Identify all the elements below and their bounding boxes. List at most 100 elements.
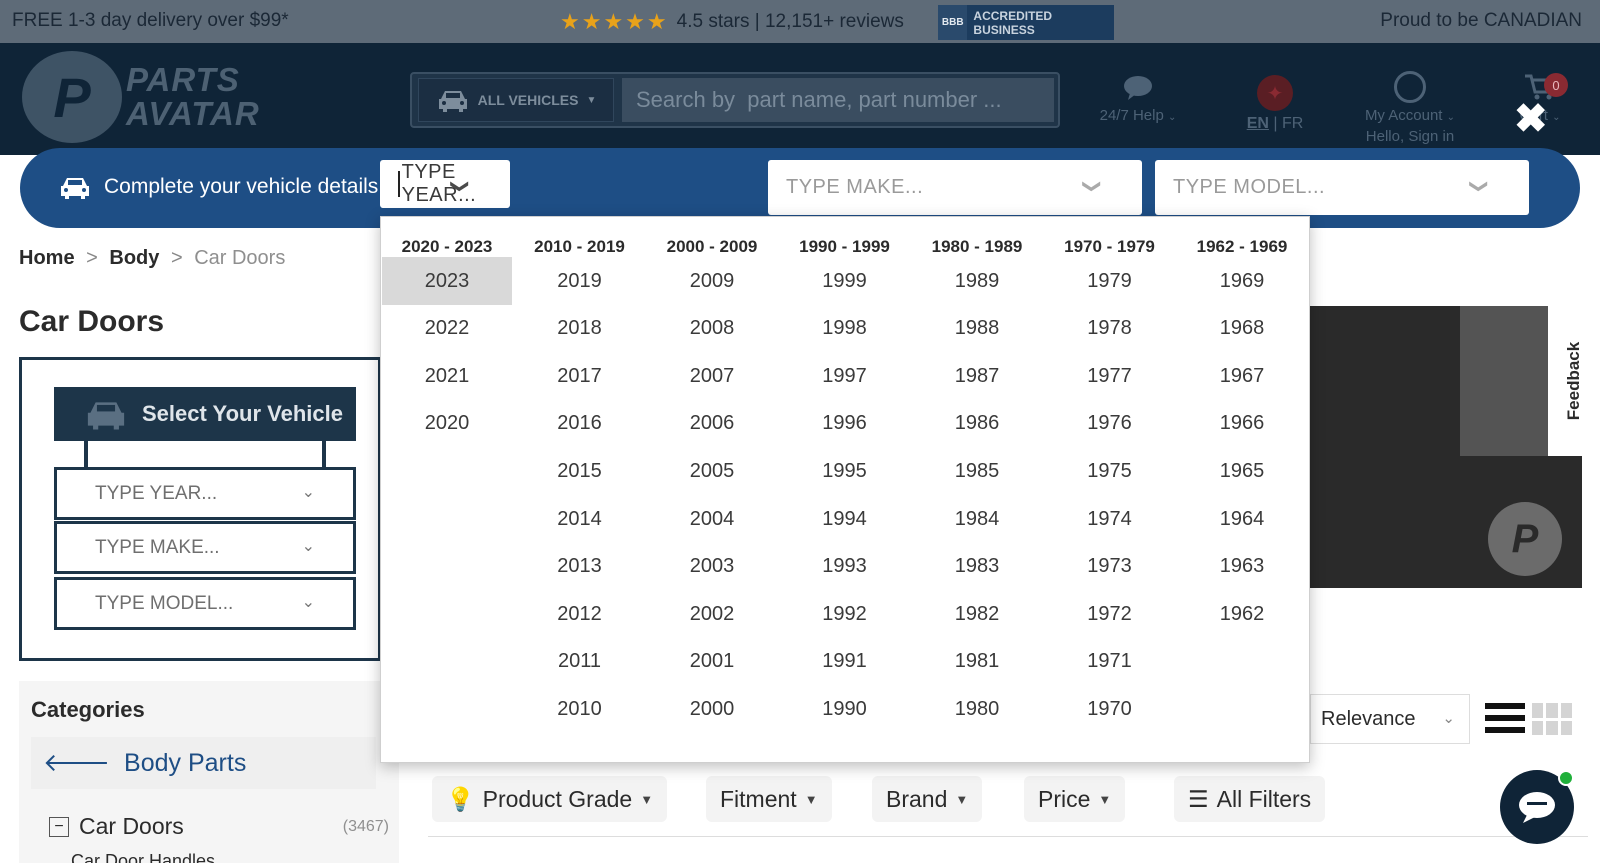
sort-select[interactable]: Relevance ⌄ (1310, 694, 1470, 744)
search-input[interactable] (622, 78, 1054, 122)
year-option[interactable]: 1975 (1045, 447, 1175, 495)
year-option[interactable]: 1980 (912, 685, 1042, 733)
year-option[interactable]: 2009 (647, 257, 777, 305)
divider (428, 836, 1588, 837)
year-option[interactable]: 1970 (1045, 685, 1175, 733)
grid-view-icon[interactable] (1532, 703, 1572, 735)
year-option[interactable]: 1995 (780, 447, 910, 495)
year-option[interactable]: 1991 (780, 638, 910, 686)
delivery-promo[interactable]: FREE 1-3 day delivery over $99* (12, 10, 289, 32)
filter-all[interactable]: ☰ All Filters (1174, 776, 1326, 822)
help-menu[interactable]: 24/7 Help ⌄ (1088, 75, 1188, 124)
year-option[interactable]: 1988 (912, 305, 1042, 353)
year-option[interactable]: 2015 (515, 447, 645, 495)
year-option[interactable]: 2006 (647, 400, 777, 448)
year-option[interactable]: 2020 (382, 400, 512, 448)
year-option[interactable]: 1977 (1045, 352, 1175, 400)
year-option[interactable]: 1974 (1045, 495, 1175, 543)
year-option[interactable]: 2017 (515, 352, 645, 400)
close-icon[interactable]: ✖ (1514, 99, 1548, 139)
year-option[interactable]: 2008 (647, 305, 777, 353)
year-range-heading: 2010 - 2019 (534, 237, 625, 256)
year-option[interactable]: 1965 (1177, 447, 1307, 495)
model-select[interactable]: TYPE MODEL... ❯ (1155, 160, 1529, 215)
year-option[interactable]: 1968 (1177, 305, 1307, 353)
year-option[interactable]: 1996 (780, 400, 910, 448)
bbb-badge[interactable]: BBB ACCREDITED BUSINESS (938, 5, 1114, 40)
year-option[interactable]: 2007 (647, 352, 777, 400)
year-option[interactable]: 1990 (780, 685, 910, 733)
side-year-field[interactable]: TYPE YEAR... ⌄ (54, 467, 356, 520)
year-option[interactable]: 2000 (647, 685, 777, 733)
collapse-icon[interactable]: − (49, 816, 69, 837)
year-option[interactable]: 2001 (647, 638, 777, 686)
side-make-field[interactable]: TYPE MAKE... ⌄ (54, 521, 356, 574)
rating-summary[interactable]: ★★★★★ 4.5 stars | 12,151+ reviews (560, 9, 904, 35)
year-option[interactable]: 2003 (647, 543, 777, 591)
year-option[interactable]: 2004 (647, 495, 777, 543)
category-back-link[interactable]: 🡐 Body Parts (31, 737, 376, 789)
year-option[interactable]: 1978 (1045, 305, 1175, 353)
filter-brand[interactable]: Brand ▼ (872, 776, 983, 822)
all-vehicles-button[interactable]: ALL VEHICLES ▼ (418, 78, 614, 122)
year-option[interactable]: 1993 (780, 543, 910, 591)
year-option[interactable]: 2013 (515, 543, 645, 591)
year-option[interactable]: 1999 (780, 257, 910, 305)
year-option[interactable]: 2014 (515, 495, 645, 543)
side-model-field[interactable]: TYPE MODEL... ⌄ (54, 577, 356, 630)
year-option[interactable]: 1998 (780, 305, 910, 353)
year-option[interactable]: 1971 (1045, 638, 1175, 686)
breadcrumb-home[interactable]: Home (19, 247, 75, 269)
year-option[interactable]: 2023 (382, 257, 512, 305)
year-option[interactable]: 1989 (912, 257, 1042, 305)
filter-price[interactable]: Price ▼ (1024, 776, 1126, 822)
year-option[interactable]: 2011 (515, 638, 645, 686)
year-option[interactable]: 1962 (1177, 590, 1307, 638)
year-option[interactable]: 2010 (515, 685, 645, 733)
list-view-icon[interactable] (1485, 703, 1525, 735)
year-option[interactable]: 1967 (1177, 352, 1307, 400)
breadcrumb-body[interactable]: Body (109, 247, 159, 269)
make-select[interactable]: TYPE MAKE... ❯ (768, 160, 1142, 215)
year-option[interactable]: 1981 (912, 638, 1042, 686)
filter-fitment[interactable]: Fitment ▼ (706, 776, 832, 822)
year-option[interactable]: 2005 (647, 447, 777, 495)
year-option[interactable]: 2018 (515, 305, 645, 353)
filter-price-label: Price (1038, 785, 1091, 812)
year-option[interactable]: 1966 (1177, 400, 1307, 448)
year-option[interactable]: 1964 (1177, 495, 1307, 543)
year-option[interactable]: 1976 (1045, 400, 1175, 448)
lang-fr-link[interactable]: FR (1282, 115, 1303, 132)
category-car-doors[interactable]: − Car Doors (3467) (49, 813, 389, 840)
year-option[interactable]: 1979 (1045, 257, 1175, 305)
year-option[interactable]: 1972 (1045, 590, 1175, 638)
filter-product-grade[interactable]: 💡 Product Grade ▼ (432, 776, 668, 822)
year-option[interactable]: 1983 (912, 543, 1042, 591)
account-menu[interactable]: My Account ⌄ Hello, Sign in (1350, 71, 1470, 145)
year-option[interactable]: 2019 (515, 257, 645, 305)
year-option[interactable]: 1982 (912, 590, 1042, 638)
year-option[interactable]: 1992 (780, 590, 910, 638)
category-sub-item[interactable]: Car Door Handles (71, 851, 215, 863)
year-option[interactable]: 2012 (515, 590, 645, 638)
year-option[interactable]: 1987 (912, 352, 1042, 400)
lang-en-link[interactable]: EN (1247, 115, 1269, 132)
year-option[interactable]: 2021 (382, 352, 512, 400)
site-logo[interactable]: P PARTS AVATAR (22, 51, 260, 143)
year-option[interactable]: 2002 (647, 590, 777, 638)
year-column: 1962 - 1969 1969 1968 1967 1966 1965 1964 1963 1… (1176, 217, 1308, 757)
help-label: 24/7 Help (1099, 107, 1164, 124)
year-option[interactable]: 1985 (912, 447, 1042, 495)
year-option[interactable]: 1963 (1177, 543, 1307, 591)
year-option[interactable]: 1984 (912, 495, 1042, 543)
feedback-tab[interactable]: Feedback (1548, 306, 1600, 456)
year-option[interactable]: 1994 (780, 495, 910, 543)
year-select[interactable]: TYPE YEAR... ❯ (380, 160, 510, 208)
year-option[interactable]: 2016 (515, 400, 645, 448)
online-status-dot (1558, 770, 1574, 786)
year-option[interactable]: 1986 (912, 400, 1042, 448)
year-option[interactable]: 1969 (1177, 257, 1307, 305)
year-option[interactable]: 2022 (382, 305, 512, 353)
year-option[interactable]: 1997 (780, 352, 910, 400)
year-option[interactable]: 1973 (1045, 543, 1175, 591)
